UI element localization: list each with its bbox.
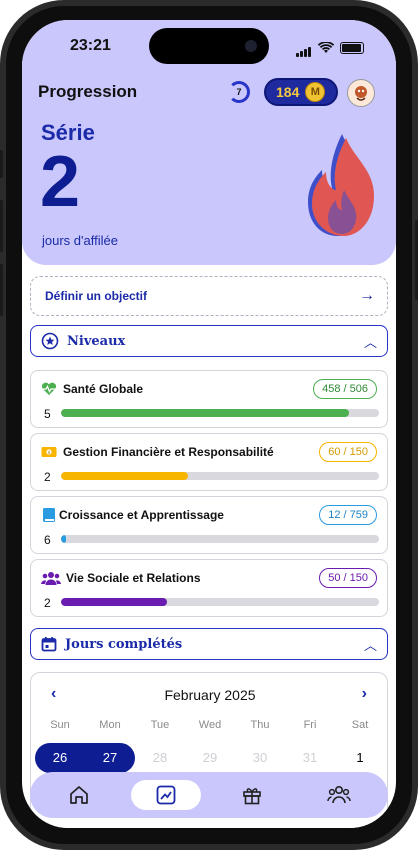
star-badge-icon bbox=[41, 332, 59, 350]
level-progress-fill bbox=[61, 598, 167, 606]
heartbeat-icon bbox=[41, 381, 57, 397]
level-card-growth[interactable]: Croissance et Apprentissage 12 / 759 6 bbox=[30, 496, 388, 554]
level-progress-track bbox=[61, 535, 379, 543]
community-icon bbox=[326, 785, 351, 804]
weekday-label: Thu bbox=[250, 719, 270, 731]
level-number: 5 bbox=[44, 407, 51, 421]
status-icons bbox=[296, 39, 364, 57]
next-month-button[interactable]: › bbox=[362, 685, 367, 703]
tab-bar bbox=[30, 772, 388, 818]
streak-caption: jours d'affilée bbox=[42, 233, 118, 248]
chart-icon bbox=[156, 785, 176, 805]
home-icon bbox=[70, 786, 89, 804]
gift-icon bbox=[243, 788, 262, 805]
weekday-row: Sun Mon Tue Wed Thu Fri Sat bbox=[35, 719, 385, 731]
set-goal-label: Définir un objectif bbox=[45, 289, 147, 303]
level-progress-fill bbox=[61, 409, 349, 417]
level-card-social[interactable]: Vie Sociale et Relations 50 / 150 2 bbox=[30, 559, 388, 617]
calendar-day[interactable]: 28 bbox=[135, 743, 185, 773]
week-row: 26 27 28 29 30 31 1 bbox=[35, 743, 385, 773]
days-section-header[interactable]: Jours complétés ︿ bbox=[30, 628, 388, 660]
level-number: 2 bbox=[44, 596, 51, 610]
weekday-label: Wed bbox=[198, 719, 222, 731]
level-progress-track bbox=[61, 409, 379, 417]
camera-icon bbox=[245, 40, 257, 52]
streak-header: 23:21 Progression 7 184 M Série 2 jours … bbox=[22, 20, 396, 265]
avatar[interactable] bbox=[347, 79, 375, 107]
chevron-up-icon: ︿ bbox=[363, 637, 377, 653]
level-name: Croissance et Apprentissage bbox=[59, 508, 224, 522]
progress-ring-badge[interactable]: 7 bbox=[228, 81, 250, 103]
level-name: Gestion Financière et Responsabilité bbox=[63, 445, 274, 459]
calendar-day[interactable]: 31 bbox=[285, 743, 335, 773]
level-progress-track bbox=[61, 472, 379, 480]
book-icon bbox=[41, 507, 57, 523]
weekday-label: Sat bbox=[351, 719, 369, 731]
arrow-right-icon: → bbox=[359, 287, 375, 304]
weekday-label: Tue bbox=[150, 719, 170, 731]
calendar-icon bbox=[41, 637, 57, 652]
mute-switch bbox=[0, 150, 3, 178]
calendar-day[interactable]: 29 bbox=[185, 743, 235, 773]
wifi-icon bbox=[318, 42, 334, 53]
battery-icon bbox=[340, 42, 364, 54]
volume-up-button bbox=[0, 200, 3, 252]
avatar-icon bbox=[355, 86, 367, 101]
levels-section-title: Niveaux bbox=[67, 333, 126, 349]
calendar-month: February 2025 bbox=[164, 687, 256, 703]
tab-progression[interactable] bbox=[130, 780, 201, 810]
people-icon bbox=[41, 570, 61, 586]
level-number: 2 bbox=[44, 470, 51, 484]
dynamic-island bbox=[149, 28, 269, 64]
weekday-label: Sun bbox=[50, 719, 70, 731]
level-progress-track bbox=[61, 598, 379, 606]
calendar-day[interactable]: 30 bbox=[235, 743, 285, 773]
tab-community[interactable] bbox=[304, 780, 374, 810]
levels-section-header[interactable]: Niveaux ︿ bbox=[30, 325, 388, 357]
signal-icon bbox=[296, 39, 312, 57]
level-points-badge: 458 / 506 bbox=[313, 379, 377, 399]
tab-rewards[interactable] bbox=[217, 780, 287, 810]
weekday-label: Mon bbox=[99, 719, 121, 731]
level-name: Santé Globale bbox=[63, 382, 144, 396]
streak-count: 2 bbox=[40, 142, 81, 222]
level-progress-fill bbox=[61, 472, 189, 480]
calendar-day[interactable]: 1 bbox=[335, 743, 385, 773]
level-points-badge: 50 / 150 bbox=[319, 568, 377, 588]
volume-down-button bbox=[0, 264, 3, 316]
level-progress-fill bbox=[61, 535, 67, 543]
svg-text:$: $ bbox=[48, 450, 51, 456]
chevron-up-icon: ︿ bbox=[363, 334, 377, 350]
tab-home[interactable] bbox=[44, 780, 114, 810]
money-icon: $ bbox=[41, 444, 57, 460]
level-name: Vie Sociale et Relations bbox=[66, 571, 201, 585]
status-time: 23:21 bbox=[70, 37, 111, 54]
set-goal-button[interactable]: Définir un objectif → bbox=[30, 276, 388, 316]
coins-balance[interactable]: 184 M bbox=[264, 78, 338, 106]
flame-icon bbox=[308, 134, 374, 236]
level-card-finance[interactable]: $ Gestion Financière et Responsabilité 6… bbox=[30, 433, 388, 491]
level-card-health[interactable]: Santé Globale 458 / 506 5 bbox=[30, 370, 388, 428]
level-points-badge: 60 / 150 bbox=[319, 442, 377, 462]
page-title: Progression bbox=[38, 82, 138, 101]
days-section-title: Jours complétés bbox=[65, 636, 183, 652]
calendar-day-completed[interactable]: 27 bbox=[85, 743, 135, 773]
coin-icon: M bbox=[305, 82, 326, 102]
level-points-badge: 12 / 759 bbox=[319, 505, 377, 525]
level-number: 6 bbox=[44, 533, 51, 547]
screen: 23:21 Progression 7 184 M Série 2 jours … bbox=[22, 20, 396, 828]
calendar-day-completed[interactable]: 26 bbox=[35, 743, 85, 773]
weekday-label: Fri bbox=[303, 719, 317, 731]
coins-value: 184 bbox=[276, 84, 300, 100]
phone-frame: 23:21 Progression 7 184 M Série 2 jours … bbox=[0, 0, 418, 850]
